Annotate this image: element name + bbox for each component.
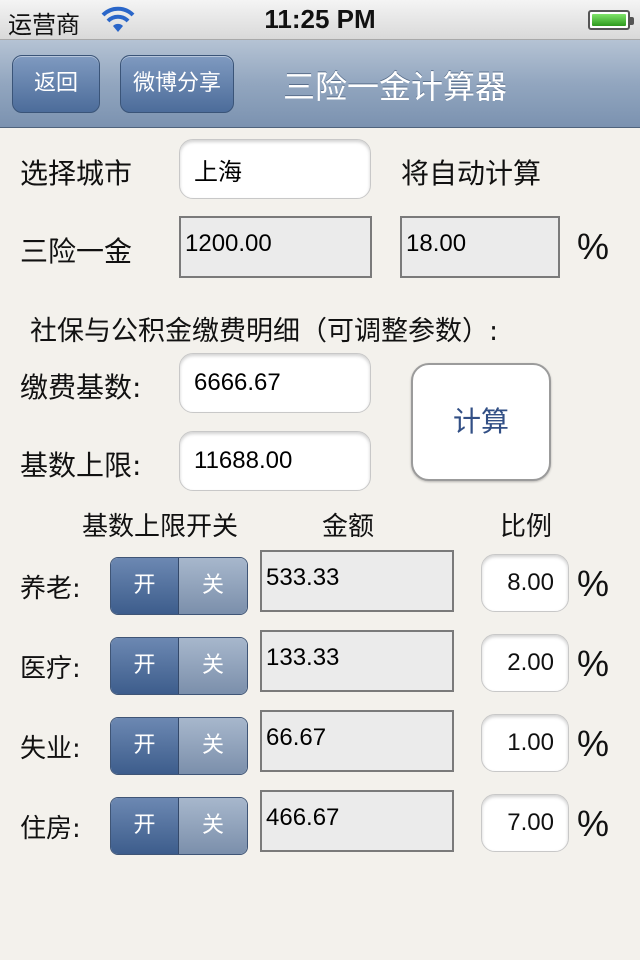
total-label: 三险一金	[20, 235, 133, 268]
battery-icon	[588, 10, 634, 30]
weibo-share-button[interactable]: 微博分享	[120, 55, 234, 113]
item-amount: 533.33	[260, 550, 454, 612]
percent-sign: %	[577, 643, 610, 684]
percent-sign: %	[577, 723, 610, 764]
switch-off-segment[interactable]: 关	[179, 558, 247, 614]
item-label: 养老:	[20, 574, 81, 604]
limit-switch[interactable]: 开 关	[110, 637, 248, 695]
switch-on-segment[interactable]: 开	[111, 798, 179, 854]
item-amount: 133.33	[260, 630, 454, 692]
base-input[interactable]: 6666.67	[179, 353, 371, 413]
status-bar: 运营商 11:25 PM	[0, 0, 640, 40]
percent-sign: %	[577, 563, 610, 604]
detail-heading: 社保与公积金缴费明细（可调整参数）:	[30, 316, 499, 347]
switch-off-segment[interactable]: 关	[179, 718, 247, 774]
limit-input[interactable]: 11688.00	[179, 431, 371, 491]
item-amount: 66.67	[260, 710, 454, 772]
rate-input[interactable]: 2.00	[481, 634, 569, 692]
page-title: 三险一金计算器	[282, 68, 507, 106]
item-amount: 466.67	[260, 790, 454, 852]
switch-off-segment[interactable]: 关	[179, 638, 247, 694]
auto-calc-note: 将自动计算	[401, 157, 542, 190]
limit-switch[interactable]: 开 关	[110, 797, 248, 855]
switch-on-segment[interactable]: 开	[111, 638, 179, 694]
back-button[interactable]: 返回	[12, 55, 100, 113]
column-amount-header: 金额	[322, 512, 375, 542]
rate-input[interactable]: 1.00	[481, 714, 569, 772]
switch-off-segment[interactable]: 关	[179, 798, 247, 854]
item-label: 医疗:	[20, 654, 81, 684]
total-amount: 1200.00	[179, 216, 372, 278]
rate-input[interactable]: 8.00	[481, 554, 569, 612]
navigation-bar: 返回 微博分享 三险一金计算器	[0, 40, 640, 128]
clock: 11:25 PM	[264, 4, 376, 34]
switch-on-segment[interactable]: 开	[111, 718, 179, 774]
limit-label: 基数上限:	[20, 449, 142, 482]
city-label: 选择城市	[20, 157, 133, 190]
base-label: 缴费基数:	[20, 371, 142, 404]
rate-input[interactable]: 7.00	[481, 794, 569, 852]
column-rate-header: 比例	[500, 512, 553, 542]
item-label: 住房:	[20, 814, 81, 844]
limit-switch[interactable]: 开 关	[110, 717, 248, 775]
total-percent: 18.00	[400, 216, 560, 278]
calculate-button[interactable]: 计算	[411, 363, 551, 481]
city-input[interactable]: 上海	[179, 139, 371, 199]
switch-on-segment[interactable]: 开	[111, 558, 179, 614]
total-percent-sign: %	[577, 226, 610, 267]
percent-sign: %	[577, 803, 610, 844]
limit-switch[interactable]: 开 关	[110, 557, 248, 615]
column-switch-header: 基数上限开关	[82, 512, 239, 542]
item-label: 失业:	[20, 734, 81, 764]
